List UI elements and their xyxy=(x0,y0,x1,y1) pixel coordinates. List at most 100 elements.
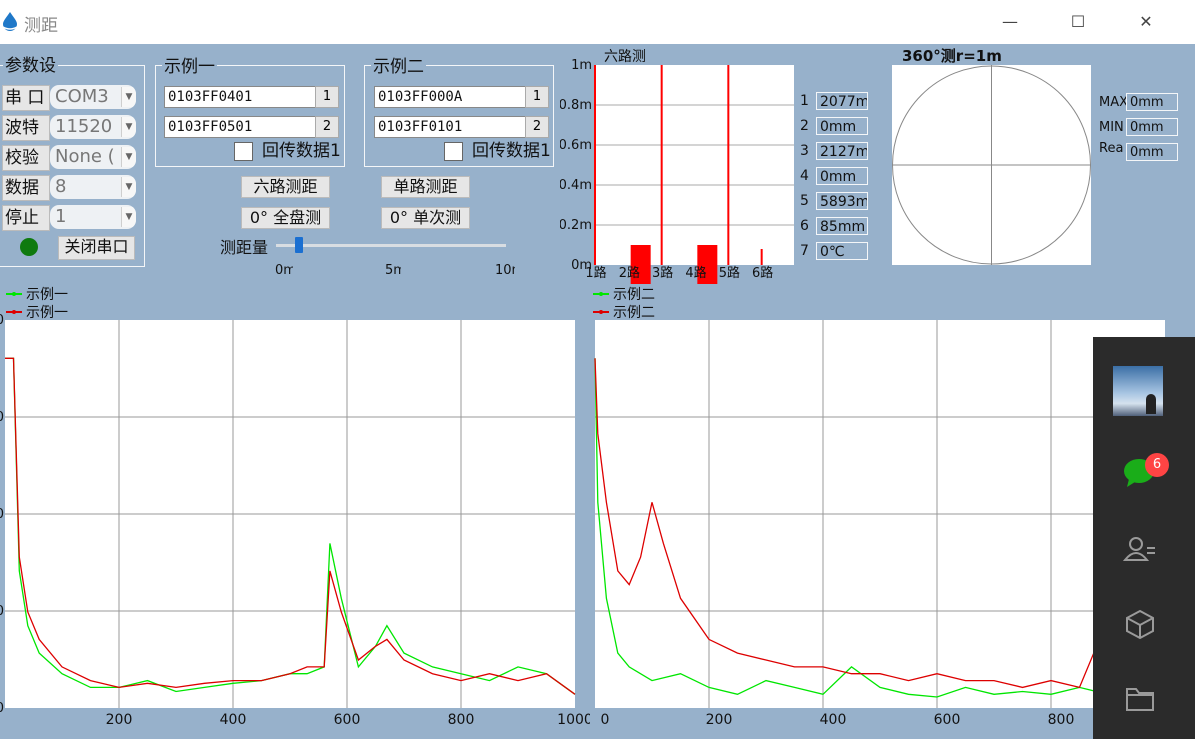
bar-y-tick-label: 0.8m xyxy=(560,98,592,113)
readout-index: 1 xyxy=(800,93,809,109)
readout-index: 7 xyxy=(800,243,809,259)
example2-cmd2-input[interactable]: 0103FF0101 xyxy=(374,116,526,138)
example2-cmd1-input[interactable]: 0103FF000A xyxy=(374,86,526,108)
chevron-down-icon[interactable]: ▼ xyxy=(121,87,136,107)
param-select-value: None ( xyxy=(55,146,115,167)
example1-cmd1-input[interactable]: 0103FF0401 xyxy=(164,86,316,108)
x-tick-label: 0 xyxy=(601,712,610,728)
readout-index: 5 xyxy=(800,193,809,209)
single-way-measure-button[interactable]: 单路测距 xyxy=(381,176,470,198)
param-label: 数据 xyxy=(2,175,50,201)
legend-label: 示例一 xyxy=(26,305,68,321)
six-way-bar-chart: 0m0.2m0.4m0.6m0.8m1m1路 2路 3路 4路 5路 6路六路测 xyxy=(560,49,794,284)
chevron-down-icon[interactable]: ▼ xyxy=(121,207,136,227)
chat-badge: 6 xyxy=(1145,453,1169,477)
bar-y-tick-label: 0.2m xyxy=(560,218,592,233)
readout-value: 85mm xyxy=(816,217,868,235)
chevron-down-icon[interactable]: ▼ xyxy=(121,117,136,137)
bar-x-tick-label: 2路 xyxy=(619,265,640,281)
full-scan-button[interactable]: 0° 全盘测 xyxy=(241,207,330,229)
bar-y-tick-label: 1m xyxy=(571,58,592,73)
example2-send1-button[interactable]: 1 xyxy=(525,86,549,108)
radar-min-value: 0mm xyxy=(1126,118,1178,136)
param-select[interactable]: None ( ▼ xyxy=(50,145,136,169)
range-slider-track[interactable] xyxy=(276,244,506,247)
example1-send2-button[interactable]: 2 xyxy=(315,116,339,138)
bar-x-tick-label: 3路 xyxy=(652,265,673,281)
readout-value: 0mm xyxy=(816,167,868,185)
close-button[interactable]: ✕ xyxy=(1123,6,1169,38)
param-select-value: 11520 xyxy=(55,116,113,137)
radar-max-label: MAX xyxy=(1099,95,1129,110)
example2-echo-checkbox[interactable] xyxy=(444,142,463,161)
bar xyxy=(760,249,763,265)
param-select-value: 1 xyxy=(55,206,67,227)
param-select[interactable]: 8 ▼ xyxy=(50,175,136,199)
bar-y-tick-label: 0.4m xyxy=(560,178,592,193)
example2-title: 示例二 xyxy=(371,57,426,77)
param-label: 串 口 xyxy=(2,85,50,111)
radar-plot xyxy=(892,65,1091,265)
param-label: 校验 xyxy=(2,145,50,171)
param-select[interactable]: 1 ▼ xyxy=(50,205,136,229)
mini-program-cube-icon[interactable] xyxy=(1124,608,1156,640)
chevron-down-icon[interactable]: ▼ xyxy=(121,177,136,197)
radar-min-label: MIN xyxy=(1099,120,1124,135)
y-tick-label: 210 xyxy=(0,410,4,425)
param-select[interactable]: 11520 ▼ xyxy=(50,115,136,139)
readout-value: 0mm xyxy=(816,117,868,135)
readout-value: 0℃ xyxy=(816,242,868,260)
radar-max-value: 0mm xyxy=(1126,93,1178,111)
maximize-button[interactable]: ☐ xyxy=(1055,6,1101,38)
y-tick-label: 280 xyxy=(0,313,4,328)
user-avatar[interactable] xyxy=(1113,366,1163,416)
bar xyxy=(727,65,730,265)
readout-index: 6 xyxy=(800,218,809,234)
example2-send2-button[interactable]: 2 xyxy=(525,116,549,138)
folder-icon[interactable] xyxy=(1124,685,1156,713)
readout-value: 5893mm xyxy=(816,192,868,210)
six-way-measure-button[interactable]: 六路测距 xyxy=(241,176,330,198)
example1-cmd2-input[interactable]: 0103FF0501 xyxy=(164,116,316,138)
radar-circle xyxy=(892,65,1091,265)
bar-x-tick-label: 4路 xyxy=(685,265,706,281)
x-tick-label: 200 xyxy=(706,712,733,728)
example1-title: 示例一 xyxy=(162,57,217,77)
example1-line-chart: 示例一示例一2004006008001000070140210280 xyxy=(0,287,590,728)
y-tick-label: 140 xyxy=(0,507,4,522)
y-tick-label: 0 xyxy=(0,701,4,716)
bar-y-tick-label: 0.6m xyxy=(560,138,592,153)
legend-label: 示例一 xyxy=(26,287,68,303)
main-window: 测距 — ☐ ✕ 参数设 串 口 COM3 ▼ 波特 11520 ▼ 校验 None (▼ 数据… xyxy=(0,0,1195,739)
slider-max-label: 10m xyxy=(495,263,515,278)
radar-title: 360°测r=1m xyxy=(902,47,1002,64)
example1-send1-button[interactable]: 1 xyxy=(315,86,339,108)
side-taskbar: 6 xyxy=(1093,337,1195,739)
contacts-icon[interactable] xyxy=(1123,534,1157,564)
x-tick-label: 200 xyxy=(106,712,133,728)
param-label: 停止 xyxy=(2,205,50,231)
chevron-down-icon[interactable]: ▼ xyxy=(121,147,136,167)
x-tick-label: 800 xyxy=(1048,712,1075,728)
minimize-button[interactable]: — xyxy=(987,6,1033,38)
legend-label: 示例二 xyxy=(613,305,655,321)
bar-x-tick-label: 1路 xyxy=(585,265,606,281)
bar xyxy=(660,65,663,265)
params-group-title: 参数设 xyxy=(3,56,58,76)
close-port-button[interactable]: 关闭串口 xyxy=(58,236,135,260)
example1-echo-checkbox[interactable] xyxy=(234,142,253,161)
legend-label: 示例二 xyxy=(613,287,655,303)
port-status-indicator xyxy=(20,238,38,256)
radar-real-value: 0mm xyxy=(1126,143,1178,161)
readout-index: 4 xyxy=(800,168,809,184)
range-slider-thumb[interactable] xyxy=(295,237,303,253)
slider-label: 测距量 xyxy=(220,238,269,257)
param-select-value: COM3 xyxy=(55,86,109,107)
param-select[interactable]: COM3 ▼ xyxy=(50,85,136,109)
bar-plot-area xyxy=(594,65,794,265)
param-label: 波特 xyxy=(2,115,50,141)
readout-value: 2077mm xyxy=(816,92,868,110)
window-title: 测距 xyxy=(24,16,58,36)
bar xyxy=(594,65,596,265)
single-scan-button[interactable]: 0° 单次测 xyxy=(381,207,470,229)
